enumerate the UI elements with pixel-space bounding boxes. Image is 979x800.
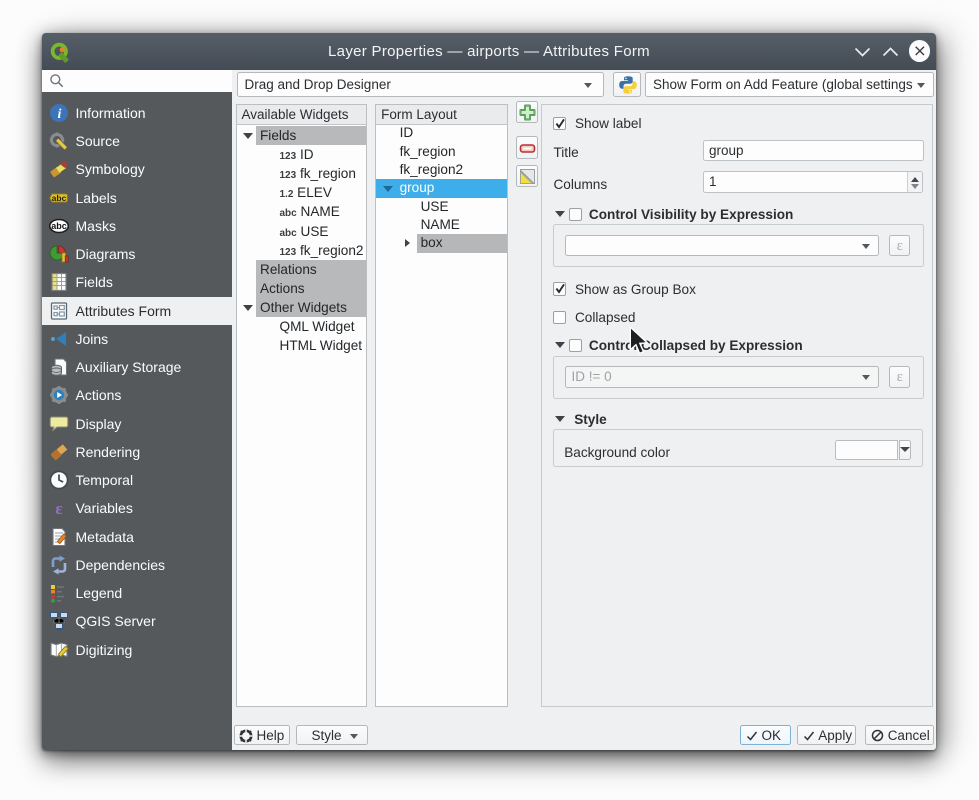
svg-text:i: i <box>58 107 62 122</box>
svg-text:ε: ε <box>55 499 62 518</box>
svg-text:abc: abc <box>52 193 67 203</box>
svg-text:abc: abc <box>51 221 67 231</box>
